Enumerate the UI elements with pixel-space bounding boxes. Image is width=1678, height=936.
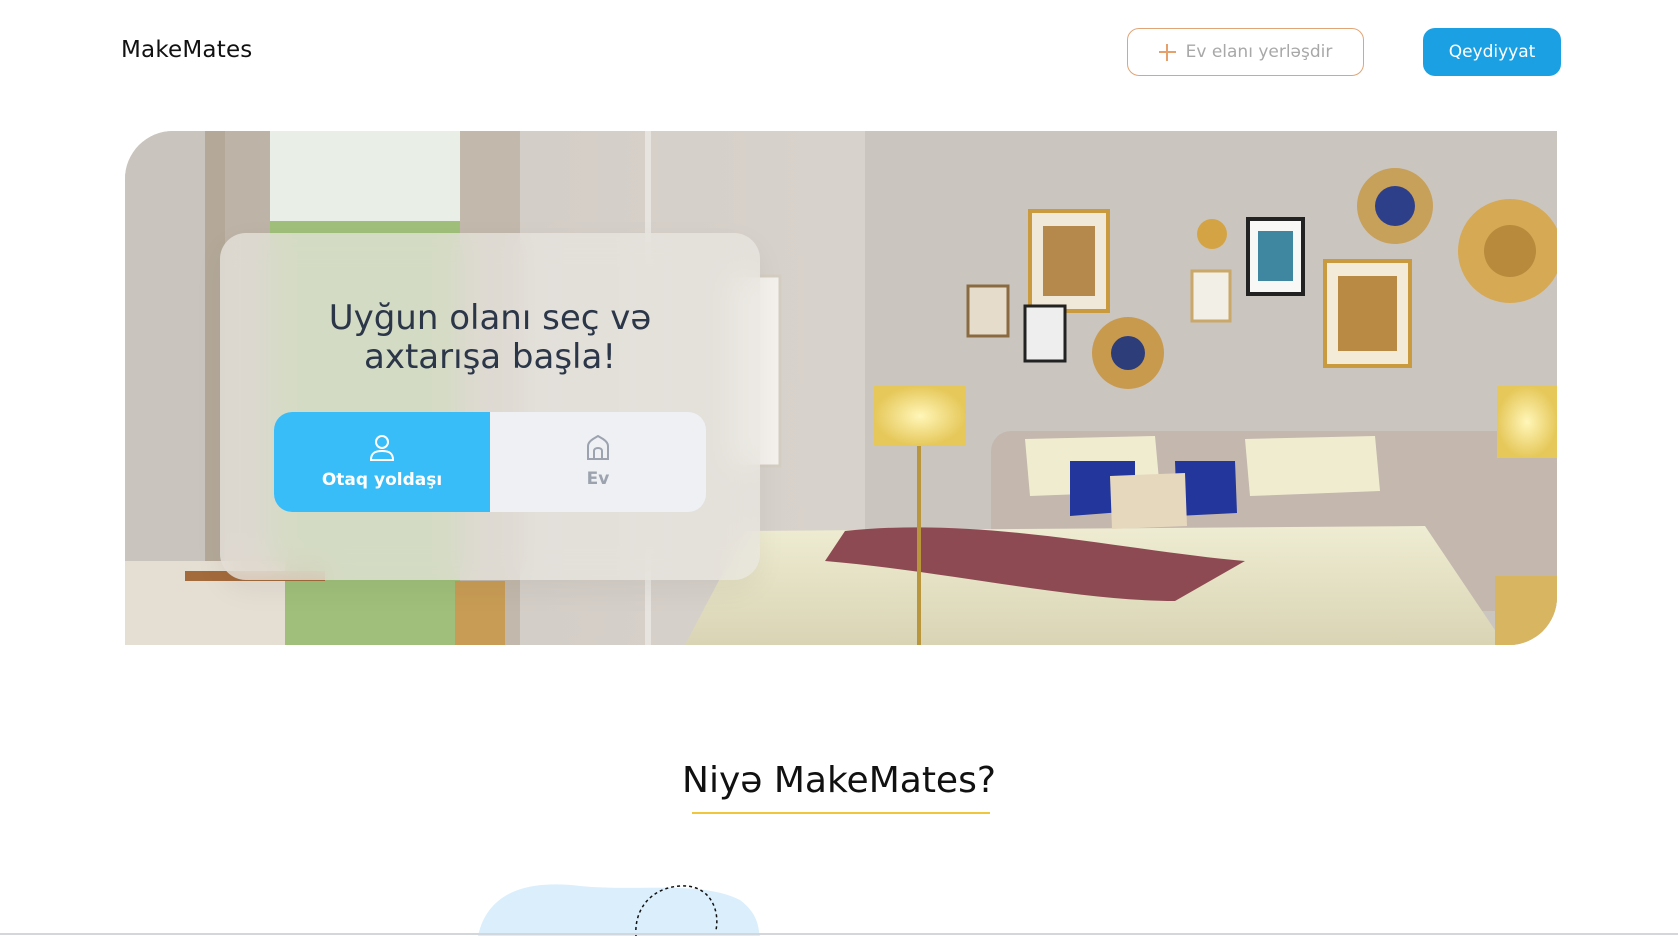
decorative-blob <box>478 884 760 936</box>
option-roommate-label: Otaq yoldaşı <box>321 470 443 490</box>
post-listing-button[interactable]: Ev elanı yerləşdir <box>1127 28 1364 76</box>
logo[interactable]: MakeMates <box>121 37 252 63</box>
register-button[interactable]: Qeydiyyat <box>1423 28 1561 76</box>
option-house-label: Ev <box>586 469 610 489</box>
section-title: Niyə MakeMates? <box>682 760 996 801</box>
viewport-bottom-edge <box>0 933 1678 935</box>
title-underline <box>692 812 990 814</box>
site-header: MakeMates Ev elanı yerləşdir Qeydiyyat <box>0 0 1678 110</box>
option-roommate[interactable]: Otaq yoldaşı <box>274 412 490 512</box>
post-listing-label: Ev elanı yerləşdir <box>1185 42 1333 62</box>
option-house[interactable]: Ev <box>490 412 706 512</box>
user-icon <box>369 435 395 461</box>
search-card-title: Uyğun olanı seç və axtarışa başla! <box>328 298 652 377</box>
search-type-toggle: Otaq yoldaşı Ev <box>274 412 706 512</box>
plus-icon <box>1158 43 1176 61</box>
home-icon <box>587 435 609 460</box>
search-card: Uyğun olanı seç və axtarışa başla! Otaq … <box>220 233 760 580</box>
